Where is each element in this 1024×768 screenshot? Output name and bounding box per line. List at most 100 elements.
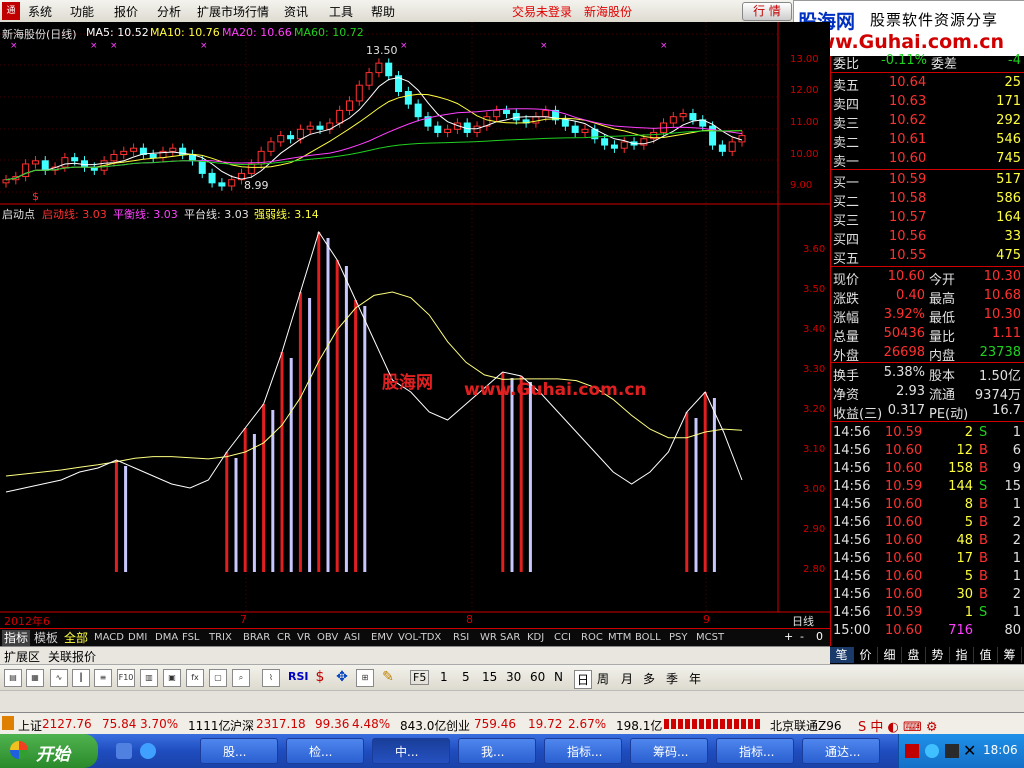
right-tab[interactable]: 筹 — [998, 647, 1022, 663]
period-button[interactable]: 1 — [440, 670, 448, 684]
dollar-icon[interactable]: $ — [312, 669, 328, 685]
taskbar-task[interactable]: 指标... — [544, 738, 622, 764]
zoom-out-button[interactable]: - — [800, 630, 804, 643]
period-button[interactable]: 周 — [597, 670, 609, 687]
line-chart-icon[interactable]: ∿ — [50, 669, 68, 687]
indicator-tab-fsl[interactable]: FSL — [180, 630, 202, 646]
indicator-tab-kdj[interactable]: KDJ — [525, 630, 546, 646]
indicator-tab-wr[interactable]: WR — [478, 630, 499, 646]
period-button[interactable]: 60 — [530, 670, 545, 684]
rsi-button[interactable]: RSI — [288, 670, 309, 683]
indicator-tab-cci[interactable]: CCI — [552, 630, 573, 646]
taskbar-task[interactable]: 检... — [286, 738, 364, 764]
server-name[interactable]: 北京联通Z96 — [770, 717, 842, 734]
indicator-tab-roc[interactable]: ROC — [579, 630, 605, 646]
indicator-tab-brar[interactable]: BRAR — [241, 630, 272, 646]
f5-button[interactable]: F5 — [410, 670, 430, 685]
right-tab[interactable]: 指 — [950, 647, 974, 663]
related-quote-tab[interactable]: 关联报价 — [48, 648, 96, 665]
right-tab[interactable]: 值 — [974, 647, 998, 663]
period-button[interactable]: N — [554, 670, 563, 684]
menu-help[interactable]: 帮助 — [371, 3, 395, 20]
indicator-tab-vol-tdx[interactable]: VOL-TDX — [396, 630, 443, 646]
menu-function[interactable]: 功能 — [70, 3, 94, 20]
menu-quote[interactable]: 报价 — [114, 3, 138, 20]
right-tab[interactable]: 笔 — [830, 647, 854, 663]
indicator-tab-trix[interactable]: TRIX — [207, 630, 234, 646]
taskbar-task[interactable]: 指标... — [716, 738, 794, 764]
indicator-tab-mtm[interactable]: MTM — [606, 630, 633, 646]
indicator-tab-mcst[interactable]: MCST — [694, 630, 726, 646]
tray-ie-icon[interactable] — [925, 744, 939, 758]
right-tab[interactable]: 盘 — [902, 647, 926, 663]
notebook-icon[interactable]: ▣ — [163, 669, 181, 687]
login-status[interactable]: 交易未登录 — [512, 3, 572, 20]
menu-extended-market[interactable]: 扩展市场行情 — [197, 3, 269, 20]
screen-icon[interactable]: ▢ — [209, 669, 227, 687]
indicator-tab-模板[interactable]: 模板 — [32, 630, 60, 646]
right-tab[interactable]: 势 — [926, 647, 950, 663]
indicator-tab-obv[interactable]: OBV — [315, 630, 340, 646]
period-button[interactable]: 15 — [482, 670, 497, 684]
indicator-tab-全部[interactable]: 全部 — [62, 630, 90, 646]
menu-news[interactable]: 资讯 — [284, 3, 308, 20]
taskbar-task[interactable]: 股... — [200, 738, 278, 764]
table-icon[interactable]: ▥ — [140, 669, 158, 687]
menu-system[interactable]: 系统 — [28, 3, 52, 20]
indicator-tab-boll[interactable]: BOLL — [633, 630, 663, 646]
kline-icon[interactable]: ┃ — [72, 669, 90, 687]
menu-tools[interactable]: 工具 — [329, 3, 353, 20]
indicator-tab-dma[interactable]: DMA — [153, 630, 180, 646]
expand-area-tab[interactable]: 扩展区 — [4, 648, 40, 665]
taskbar-task[interactable]: 我... — [458, 738, 536, 764]
taskbar-task[interactable]: 中... — [372, 738, 450, 764]
indicator-tab-指标[interactable]: 指标 — [2, 630, 31, 646]
period-button[interactable]: 季 — [666, 670, 678, 687]
grid-icon[interactable]: ▦ — [26, 669, 44, 687]
start-button[interactable]: 开始 — [0, 734, 98, 768]
period-button[interactable]: 月 — [621, 670, 633, 687]
period-button[interactable]: 年 — [689, 670, 701, 687]
indicator-tab-sar[interactable]: SAR — [498, 630, 522, 646]
chart-area[interactable]: × × × × × × × 新海股份(日线) MA5: 10.52 MA10: 10.76 … — [0, 22, 830, 628]
menu-analysis[interactable]: 分析 — [157, 3, 181, 20]
period-label[interactable]: 日线 — [792, 613, 814, 629]
sz-label[interactable]: 沪深 — [230, 717, 254, 734]
period-button[interactable]: 5 — [462, 670, 470, 684]
f10-icon[interactable]: F10 — [117, 669, 135, 687]
formula-icon[interactable]: fx — [186, 669, 204, 687]
zoom-in-button[interactable]: + — [784, 630, 793, 643]
indicator-tab-vr[interactable]: VR — [295, 630, 313, 646]
taskbar-task[interactable]: 通达... — [802, 738, 880, 764]
indicator-tab-macd[interactable]: MACD — [92, 630, 126, 646]
indicator-tab-asi[interactable]: ASI — [342, 630, 362, 646]
period-button[interactable]: 多 — [643, 670, 655, 687]
cy-label[interactable]: 创业 — [446, 717, 470, 734]
right-tab[interactable]: 细 — [878, 647, 902, 663]
ie-icon[interactable] — [140, 743, 156, 759]
report-icon[interactable]: ≡ — [94, 669, 112, 687]
chart-canvas[interactable]: × × × × × × × — [0, 22, 830, 628]
tray-close-icon[interactable]: ✕ — [963, 741, 976, 760]
draw-pencil-icon[interactable]: ✎ — [380, 669, 396, 685]
show-desktop-icon[interactable] — [116, 743, 132, 759]
move-icon[interactable]: ✥ — [334, 669, 350, 685]
period-button[interactable]: 日 — [574, 670, 593, 689]
period-button[interactable]: 30 — [506, 670, 521, 684]
indicator-tab-dmi[interactable]: DMI — [126, 630, 149, 646]
sh-label[interactable]: 上证 — [18, 717, 42, 734]
taskbar-task[interactable]: 筹码... — [630, 738, 708, 764]
indicator-chart-icon[interactable]: ⌇ — [262, 669, 280, 687]
indicator-tab-emv[interactable]: EMV — [369, 630, 395, 646]
indicator-tab-psy[interactable]: PSY — [667, 630, 690, 646]
tray-app-icon[interactable] — [905, 744, 919, 758]
search-icon[interactable]: ⌕ — [232, 669, 250, 687]
zoom-reset-button[interactable]: 0 — [816, 630, 823, 643]
indicator-tab-rsi[interactable]: RSI — [451, 630, 471, 646]
market-button[interactable]: 行 情 — [742, 2, 792, 21]
add-window-icon[interactable]: ⊞ — [356, 669, 374, 687]
indicator-tab-cr[interactable]: CR — [275, 630, 293, 646]
tray-network-icon[interactable] — [945, 744, 959, 758]
quote-list-icon[interactable]: ▤ — [4, 669, 22, 687]
right-tab[interactable]: 价 — [854, 647, 878, 663]
